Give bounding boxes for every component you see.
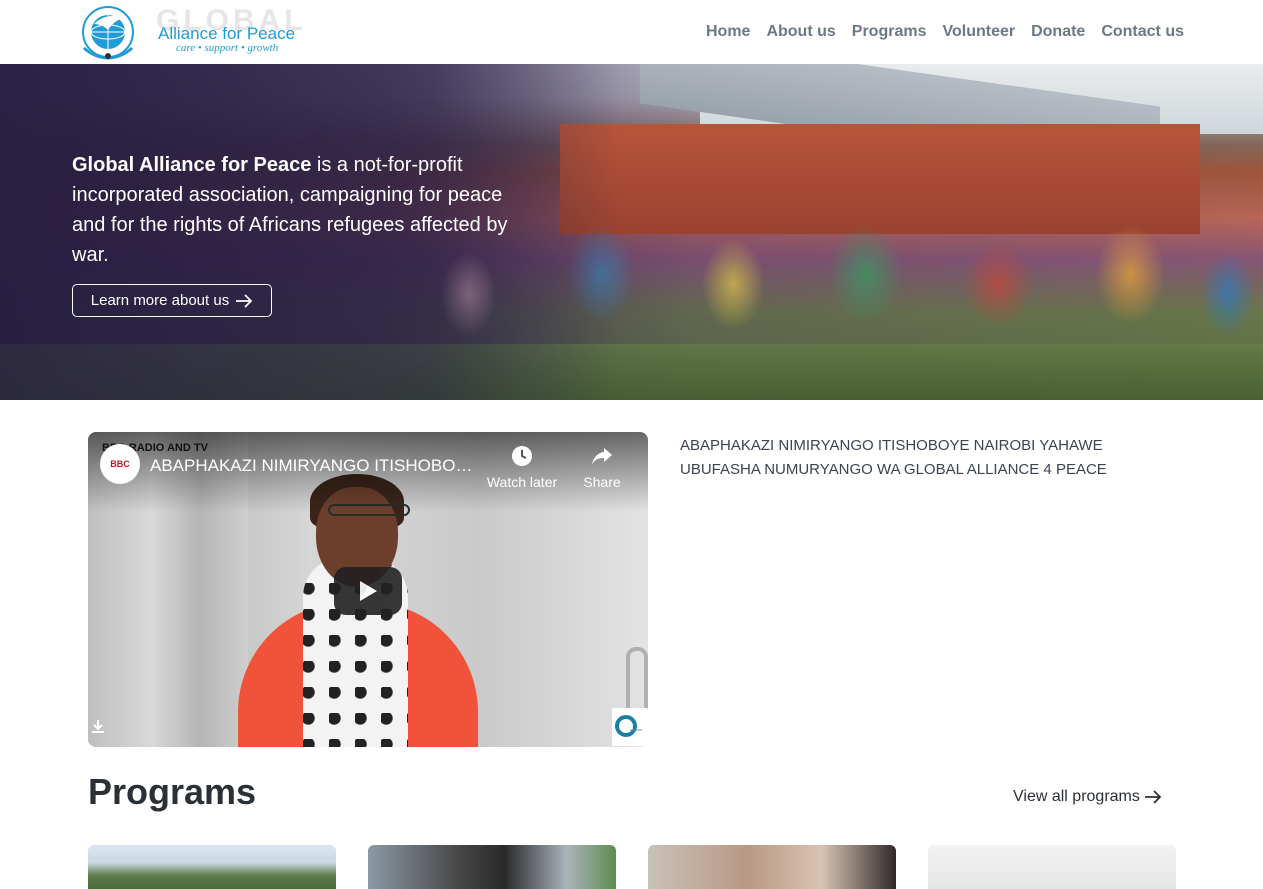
video-player[interactable]: BBC RADIO AND TV BBC ABAPHAKAZI NIMIRYAN… — [88, 432, 648, 747]
program-card[interactable] — [368, 845, 616, 889]
logo-tagline: care • support • growth — [176, 42, 279, 54]
logo-name: Alliance for Peace — [158, 24, 296, 43]
site-logo[interactable]: GLOBAL Alliance for Peace care • support… — [72, 4, 303, 60]
dove-globe-emblem-icon — [82, 6, 134, 60]
play-button[interactable] — [334, 567, 402, 615]
channel-brand-mark[interactable] — [612, 708, 648, 746]
channel-avatar[interactable]: BBC — [100, 444, 140, 484]
site-header: GLOBAL Alliance for Peace care • support… — [0, 0, 1263, 64]
learn-more-label: Learn more about us — [90, 292, 230, 309]
watch-later-button[interactable]: Watch later — [482, 444, 562, 490]
clock-icon — [512, 446, 532, 466]
program-card[interactable] — [928, 845, 1176, 889]
programs-heading: Programs — [88, 771, 257, 812]
hero-banner: Global Alliance for Peace is a not-for-p… — [0, 64, 1263, 400]
hero-org-name: Global Alliance for Peace — [72, 154, 312, 176]
share-icon — [592, 448, 612, 465]
download-icon[interactable] — [90, 718, 106, 734]
nav-about-us[interactable]: About us — [766, 23, 835, 41]
video-description: ABAPHAKAZI NIMIRYANGO ITISHOBOYE NAIROBI… — [680, 437, 1107, 478]
learn-more-button[interactable]: Learn more about us — [72, 284, 272, 317]
watch-later-label: Watch later — [486, 474, 558, 490]
nav-contact-us[interactable]: Contact us — [1101, 23, 1184, 41]
program-card[interactable] — [648, 845, 896, 889]
nav-home[interactable]: Home — [706, 23, 750, 41]
main-nav: Home About us Programs Volunteer Donate … — [706, 23, 1184, 41]
video-title[interactable]: ABAPHAKAZI NIMIRYANGO ITISHOBOYE NAIROBI… — [150, 456, 475, 476]
arrow-right-icon — [1144, 790, 1162, 804]
brand-mark-icon — [615, 715, 642, 737]
hero-statement: Global Alliance for Peace is a not-for-p… — [72, 150, 522, 270]
channel-avatar-label: BBC — [110, 459, 130, 469]
arrow-right-icon — [236, 293, 253, 308]
share-button[interactable]: Share — [562, 444, 642, 490]
share-label: Share — [583, 474, 621, 490]
nav-donate[interactable]: Donate — [1031, 23, 1085, 41]
nav-volunteer[interactable]: Volunteer — [942, 23, 1015, 41]
video-wheelchair — [626, 647, 648, 717]
play-icon — [360, 581, 377, 601]
view-all-programs-label: View all programs — [1013, 788, 1140, 805]
nav-programs[interactable]: Programs — [852, 23, 927, 41]
program-card[interactable] — [88, 845, 336, 889]
view-all-programs-link[interactable]: View all programs — [1013, 788, 1162, 806]
